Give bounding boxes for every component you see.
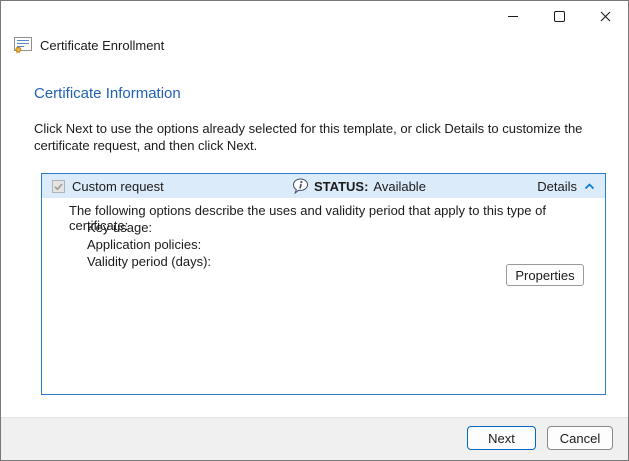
footer: Next Cancel bbox=[1, 417, 628, 460]
certificate-enrollment-window: Certificate Enrollment Certificate Infor… bbox=[0, 0, 629, 461]
cancel-button[interactable]: Cancel bbox=[547, 426, 613, 450]
details-toggle[interactable]: Details bbox=[537, 174, 595, 198]
status-group: STATUS: Available bbox=[292, 174, 426, 198]
maximize-icon bbox=[554, 11, 565, 22]
field-validity-period: Validity period (days): bbox=[87, 254, 211, 269]
template-panel: Custom request STATUS: Available Details… bbox=[41, 173, 606, 395]
field-key-usage: Key usage: bbox=[87, 220, 152, 235]
maximize-button[interactable] bbox=[536, 1, 582, 31]
status-value: Available bbox=[373, 179, 426, 194]
close-button[interactable] bbox=[582, 1, 628, 31]
page-title: Certificate Information bbox=[34, 85, 181, 102]
custom-request-checkbox[interactable] bbox=[52, 180, 65, 193]
titlebar-controls bbox=[490, 1, 628, 31]
app-title: Certificate Enrollment bbox=[40, 38, 164, 53]
info-balloon-icon bbox=[292, 178, 309, 194]
template-header-row[interactable]: Custom request STATUS: Available Details bbox=[42, 174, 605, 198]
checkmark-icon bbox=[53, 181, 64, 192]
custom-request-label: Custom request bbox=[72, 179, 164, 194]
field-application-policies: Application policies: bbox=[87, 237, 201, 252]
close-icon bbox=[600, 11, 611, 22]
status-label: STATUS: bbox=[314, 179, 368, 194]
certificate-icon bbox=[14, 37, 32, 54]
minimize-button[interactable] bbox=[490, 1, 536, 31]
instruction-text: Click Next to use the options already se… bbox=[34, 120, 616, 154]
app-header: Certificate Enrollment bbox=[14, 37, 164, 54]
minimize-icon bbox=[508, 16, 518, 17]
details-label: Details bbox=[537, 179, 577, 194]
properties-button[interactable]: Properties bbox=[506, 264, 584, 286]
next-button[interactable]: Next bbox=[467, 426, 536, 450]
chevron-up-icon bbox=[584, 183, 595, 190]
